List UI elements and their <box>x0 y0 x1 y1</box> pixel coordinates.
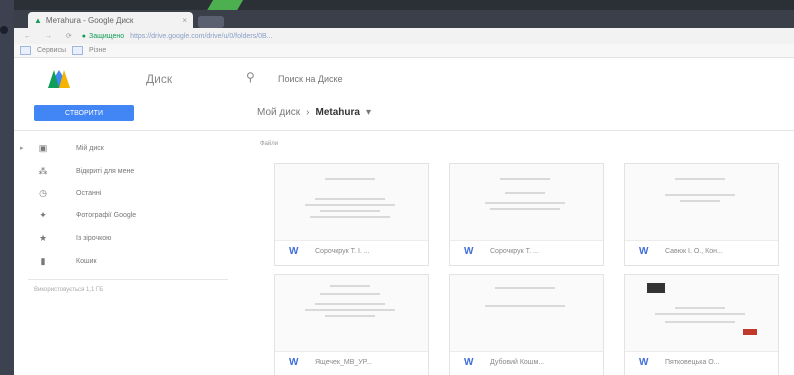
app-name: Диск <box>146 72 173 86</box>
sidebar-item-label: Фотографії Google <box>76 211 137 219</box>
word-doc-icon: W <box>639 246 649 257</box>
sidebar-item-label: Кошик <box>76 257 97 265</box>
file-card[interactable]: W Ящечек_МВ_УР... <box>274 274 429 375</box>
star-icon: ★ <box>38 232 48 243</box>
file-name: Пятковецька О... <box>665 359 720 366</box>
url-text[interactable]: https://drive.google.com/drive/u/0/folde… <box>130 33 272 40</box>
drive-logo-icon[interactable] <box>48 70 70 88</box>
bookmark-item[interactable]: Сервисы <box>37 47 66 54</box>
file-card[interactable]: W Пятковецька О... <box>624 274 779 375</box>
file-thumbnail <box>450 164 603 241</box>
breadcrumb-current[interactable]: Metahura <box>316 107 360 118</box>
bullet-dot <box>0 26 8 34</box>
breadcrumb-separator-icon: › <box>306 107 310 118</box>
photos-icon: ✦ <box>39 209 47 220</box>
sidebar-item-shared[interactable]: ⁂ Відкриті для мене <box>14 162 244 180</box>
file-card[interactable]: W Сорочкрук Т. І. ... <box>274 163 429 266</box>
sidebar-item-photos[interactable]: ✦ Фотографії Google <box>14 206 244 224</box>
new-tab-button[interactable] <box>198 16 224 28</box>
drive-header: Диск ⚲ <box>14 58 794 97</box>
sidebar-item-my-drive[interactable]: ▸ ▣ Мій диск <box>14 139 244 157</box>
word-doc-icon: W <box>289 246 299 257</box>
file-name: Ящечек_МВ_УР... <box>315 359 372 366</box>
chevron-down-icon[interactable]: ▾ <box>366 107 371 118</box>
browser-tab[interactable]: ▲ Метаhura - Google Диск × <box>28 12 193 28</box>
shared-icon: ⁂ <box>38 165 48 176</box>
folder-icon <box>72 46 84 55</box>
file-name: Савюк І. О., Кон... <box>665 248 723 255</box>
bookmark-item[interactable]: Різне <box>89 47 106 54</box>
create-button[interactable]: СТВОРИТИ <box>34 105 134 121</box>
search-input[interactable] <box>276 70 740 88</box>
expand-icon[interactable]: ▸ <box>20 144 24 152</box>
graduation-cap-image <box>647 283 665 293</box>
sidebar-divider <box>28 279 228 280</box>
outer-background-bar <box>0 0 14 375</box>
section-label: Файли <box>260 141 279 147</box>
word-doc-icon: W <box>289 357 299 368</box>
trash-icon: ▮ <box>40 255 46 266</box>
drive-icon: ▣ <box>38 142 48 153</box>
secure-lock-icon: ● <box>81 32 86 40</box>
file-card[interactable]: W Дубовий Кошм... <box>449 274 604 375</box>
drive-favicon-icon: ▲ <box>34 15 42 25</box>
tab-title: Метаhura - Google Диск <box>45 15 134 25</box>
close-tab-icon[interactable]: × <box>182 16 187 25</box>
sidebar-item-starred[interactable]: ★ Із зірочкою <box>14 229 244 247</box>
red-image-mark <box>743 329 757 335</box>
action-bar: СТВОРИТИ Мой диск › Metahura ▾ <box>14 96 794 131</box>
browser-window: ▲ Метаhura - Google Диск × ← → ⟳ ● Защищ… <box>14 0 794 375</box>
word-doc-icon: W <box>464 246 474 257</box>
breadcrumb: Мой диск › Metahura ▾ <box>257 107 371 118</box>
sidebar-item-label: Мій диск <box>76 144 104 152</box>
secure-label: Защищено <box>89 32 125 40</box>
file-name: Сорочкрук Т. ... <box>490 248 539 255</box>
file-area: Файли W Сорочкрук Т. І. ... W Сорочкрук … <box>244 131 794 375</box>
apps-icon <box>20 46 31 55</box>
word-doc-icon: W <box>639 357 649 368</box>
file-card[interactable]: W Сорочкрук Т. ... <box>449 163 604 266</box>
window-top-edge <box>14 0 794 10</box>
file-card[interactable]: W Савюк І. О., Кон... <box>624 163 779 266</box>
sidebar-item-label: Із зірочкою <box>76 234 112 242</box>
storage-usage[interactable]: Використовується 1,1 ГБ <box>34 287 103 293</box>
sidebar-item-label: Останні <box>76 189 102 197</box>
file-name: Дубовий Кошм... <box>490 359 545 366</box>
clock-icon: ◷ <box>39 187 47 198</box>
file-thumbnail <box>625 164 778 241</box>
sidebar: ▸ ▣ Мій диск ⁂ Відкриті для мене ◷ Остан… <box>14 131 244 375</box>
file-thumbnail <box>275 164 428 241</box>
file-thumbnail <box>275 275 428 352</box>
word-doc-icon: W <box>464 357 474 368</box>
sidebar-item-label: Відкриті для мене <box>76 167 135 175</box>
sidebar-item-trash[interactable]: ▮ Кошик <box>14 252 244 270</box>
breadcrumb-root[interactable]: Мой диск <box>257 107 300 118</box>
sidebar-item-recent[interactable]: ◷ Останні <box>14 184 244 202</box>
file-thumbnail <box>625 275 778 352</box>
address-bar[interactable]: ← → ⟳ ● Защищено https://drive.google.co… <box>14 28 794 45</box>
file-name: Сорочкрук Т. І. ... <box>315 248 370 255</box>
bookmarks-bar: Сервисы Різне <box>14 44 794 58</box>
file-thumbnail <box>450 275 603 352</box>
navigation-buttons[interactable]: ← → ⟳ <box>24 32 78 40</box>
tab-bar: ▲ Метаhura - Google Диск × <box>14 10 794 28</box>
search-icon[interactable]: ⚲ <box>246 70 255 84</box>
